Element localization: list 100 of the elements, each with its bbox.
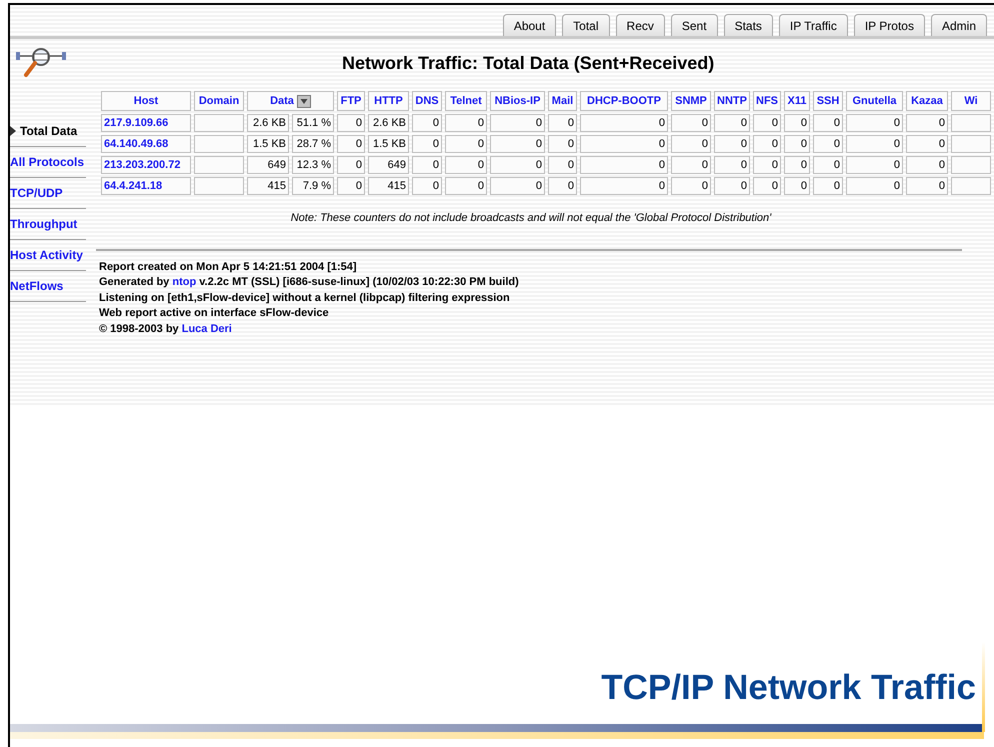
report-line: © 1998-2003 by Luca Deri	[99, 322, 233, 336]
table-cell: 0	[548, 156, 577, 174]
table-cell: 0	[714, 114, 750, 132]
triangle-right-icon	[10, 126, 16, 136]
table-cell: 0	[412, 114, 442, 132]
table-cell: 0	[445, 156, 487, 174]
magnifier-network-icon	[15, 48, 67, 78]
table-cell: 0	[337, 156, 365, 174]
table-cell: 0	[412, 156, 442, 174]
nav-tab[interactable]: Total	[562, 14, 610, 36]
report-line: Listening on [eth1,sFlow-device] without a kernel (libpcap) filtering expression	[99, 290, 511, 306]
table-cell: 0	[846, 156, 903, 174]
table-cell: 0	[671, 114, 711, 132]
table-cell	[951, 114, 991, 132]
domain-cell	[194, 135, 244, 153]
table-cell: 0	[445, 177, 487, 195]
report-line: Generated by ntop v.2.2c MT (SSL) [i686-suse-linux] (10/02/03 10:22:30 PM build)	[99, 275, 520, 290]
host-link[interactable]: 217.9.109.66	[101, 114, 191, 132]
host-link[interactable]: 64.140.49.68	[101, 135, 191, 153]
table-cell: 0	[753, 177, 781, 195]
table-cell: 0	[580, 156, 668, 174]
table-cell: 0	[337, 177, 365, 195]
table-cell: 0	[445, 114, 487, 132]
table-cell	[951, 135, 991, 153]
page-title: Network Traffic: Total Data (Sent+Received)	[342, 52, 714, 75]
slide-title: TCP/IP Network Traffic	[601, 666, 976, 708]
domain-cell	[194, 156, 244, 174]
table-cell: 0	[580, 177, 668, 195]
table-cell: 0	[846, 114, 903, 132]
table-cell: 0	[412, 135, 442, 153]
table-cell: 0	[714, 177, 750, 195]
table-cell: 0	[813, 156, 843, 174]
table-cell: 0	[906, 156, 948, 174]
domain-cell	[194, 177, 244, 195]
table-cell: 0	[784, 156, 810, 174]
table-cell: 2.6 KB	[247, 114, 289, 132]
sidebar-link[interactable]: Throughput	[10, 215, 78, 233]
nav-tab[interactable]: IP Traffic	[778, 14, 848, 36]
sidebar-link[interactable]: All Protocols	[10, 153, 84, 171]
table-cell: 0	[906, 135, 948, 153]
nav-tab[interactable]: Recv	[616, 14, 665, 36]
table-cell: 0	[580, 135, 668, 153]
table-cell: 12.3 %	[292, 156, 334, 174]
table-cell: 0	[813, 135, 843, 153]
nav-tab[interactable]: Admin	[930, 14, 987, 36]
table-cell: 415	[368, 177, 409, 195]
host-link[interactable]: 213.203.200.72	[101, 156, 191, 174]
column-header[interactable]: Host	[134, 94, 158, 107]
table-cell: 0	[490, 135, 545, 153]
report-link[interactable]: ntop	[172, 276, 196, 288]
sidebar-link[interactable]: Host Activity	[10, 246, 83, 264]
table-cell: 0	[412, 177, 442, 195]
table-cell: 7.9 %	[292, 177, 334, 195]
report-line: Web report active on interface sFlow-device	[99, 306, 330, 321]
report-link[interactable]: Luca Deri	[182, 322, 232, 334]
table-cell: 0	[753, 114, 781, 132]
table-cell: 649	[368, 156, 409, 174]
table-cell: 0	[714, 135, 750, 153]
domain-cell	[194, 114, 244, 132]
table-cell: 0	[337, 135, 365, 153]
table-cell: 649	[247, 156, 289, 174]
nav-tab[interactable]: IP Protos	[854, 14, 925, 36]
table-cell: 0	[671, 135, 711, 153]
table-cell: 0	[548, 177, 577, 195]
nav-tab[interactable]: Sent	[670, 14, 718, 36]
sidebar-link[interactable]: NetFlows	[10, 277, 64, 295]
note-text: Note: These counters do not include broadcasts and will not equal the 'Global Protocol Distribution'	[290, 211, 772, 226]
host-link[interactable]: 64.4.241.18	[101, 177, 191, 195]
table-cell: 28.7 %	[292, 135, 334, 153]
table-cell: 0	[784, 135, 810, 153]
table-cell	[951, 156, 991, 174]
table-cell: 0	[445, 135, 487, 153]
table-cell: 0	[490, 177, 545, 195]
report-line: Report created on Mon Apr 5 14:21:51 2004 [1:54]	[99, 260, 358, 274]
table-cell: 0	[671, 156, 711, 174]
nav-tab[interactable]: Stats	[724, 14, 773, 36]
sort-down-icon[interactable]	[296, 94, 311, 108]
table-cell: 0	[548, 135, 577, 153]
table-cell: 51.1 %	[292, 114, 334, 132]
sidebar-link[interactable]: TCP/UDP	[10, 184, 63, 202]
table-cell: 0	[490, 156, 545, 174]
table-cell: 0	[906, 114, 948, 132]
table-cell: 0	[753, 156, 781, 174]
table-cell: 0	[784, 177, 810, 195]
nav-tab[interactable]: About	[502, 14, 556, 36]
table-cell: 0	[813, 177, 843, 195]
sidebar-link[interactable]: Total Data	[10, 122, 78, 140]
table-cell: 0	[548, 114, 577, 132]
table-cell: 1.5 KB	[247, 135, 289, 153]
table-cell: 415	[247, 177, 289, 195]
table-cell: 2.6 KB	[368, 114, 409, 132]
table-cell: 0	[490, 114, 545, 132]
table-cell: 0	[813, 114, 843, 132]
table-cell: 0	[671, 177, 711, 195]
table-cell	[951, 177, 991, 195]
table-cell: 0	[753, 135, 781, 153]
table-cell: 0	[714, 156, 750, 174]
table-cell: 0	[784, 114, 810, 132]
table-cell: 0	[906, 177, 948, 195]
table-cell: 1.5 KB	[368, 135, 409, 153]
